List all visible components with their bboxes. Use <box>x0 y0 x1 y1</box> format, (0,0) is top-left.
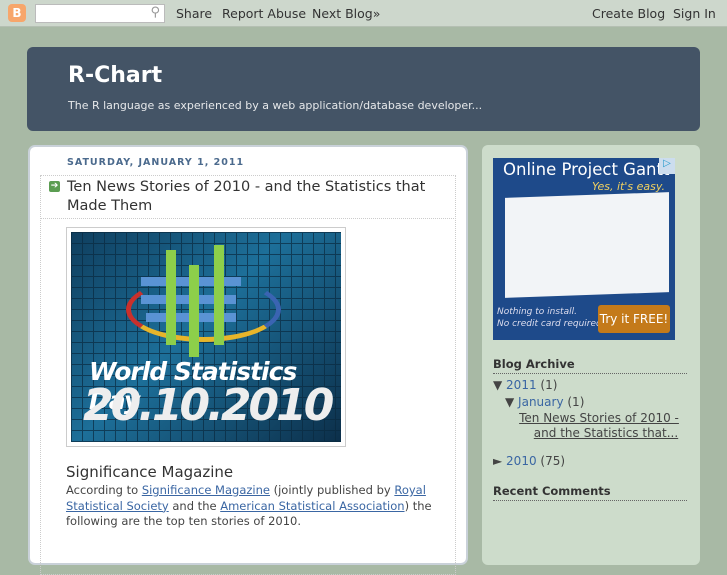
archive-month-january[interactable]: January <box>518 395 564 409</box>
ad-note: No credit card required. <box>497 319 605 329</box>
archive-post-link[interactable]: Ten News Stories of 2010 - and the Stati… <box>519 411 679 441</box>
next-blog-link[interactable]: Next Blog» <box>312 6 380 21</box>
post-date: SATURDAY, JANUARY 1, 2011 <box>67 157 245 168</box>
sign-in-link[interactable]: Sign In <box>673 6 716 21</box>
count: (1) <box>540 378 558 392</box>
expand-icon[interactable]: ► <box>493 454 506 468</box>
blog-header: R-Chart The R language as experienced by… <box>27 47 700 131</box>
body-text: and the <box>168 498 221 513</box>
body-text: (jointly published by <box>269 483 395 497</box>
report-abuse-link[interactable]: Report Abuse <box>222 6 306 21</box>
asa-link[interactable]: American Statistical Association <box>220 499 404 513</box>
recent-comments-title: Recent Comments <box>493 484 687 501</box>
search-icon[interactable]: ⚲ <box>150 5 160 20</box>
adchoices-icon[interactable]: ▷ <box>659 158 675 174</box>
post-body: According to Significance Magazine (join… <box>66 483 436 530</box>
blog-title[interactable]: R-Chart <box>68 63 162 88</box>
count: (75) <box>540 454 566 468</box>
gantt-screenshot <box>505 192 669 298</box>
post-subheading: Significance Magazine <box>66 463 234 481</box>
post-image[interactable]: World Statistics Day 20.10.2010 <box>66 227 346 447</box>
ad-tagline: Yes, it's easy. <box>591 180 665 193</box>
share-link[interactable]: Share <box>176 6 212 21</box>
archive-year-2010[interactable]: 2010 <box>506 454 537 468</box>
create-blog-link[interactable]: Create Blog <box>592 6 665 21</box>
ad-title: Online Project Gantt <box>503 160 670 179</box>
post-title[interactable]: Ten News Stories of 2010 - and the Stati… <box>67 178 447 216</box>
collapse-icon[interactable]: ▼ <box>505 395 518 409</box>
blog-archive-title: Blog Archive <box>493 357 687 374</box>
divider <box>40 218 456 219</box>
blog-description: The R language as experienced by a web a… <box>68 99 483 112</box>
arrow-right-icon: ➔ <box>49 181 60 192</box>
navbar: B ⚲ Share Report Abuse Next Blog» Create… <box>0 0 727 27</box>
collapse-icon[interactable]: ▼ <box>493 378 506 392</box>
significance-magazine-link[interactable]: Significance Magazine <box>142 483 270 497</box>
sidebar: Online Project Gantt ▷ Yes, it's easy. N… <box>482 145 700 565</box>
image-caption-line2: 20.10.2010 <box>83 380 334 431</box>
main-content: SATURDAY, JANUARY 1, 2011 ➔ Ten News Sto… <box>28 145 468 575</box>
search-input[interactable]: ⚲ <box>35 4 165 23</box>
blogger-logo-icon[interactable]: B <box>8 4 26 22</box>
count: (1) <box>567 395 585 409</box>
archive-year-2011[interactable]: 2011 <box>506 378 537 392</box>
ad-note: Nothing to install. <box>497 307 577 317</box>
gantt-ad[interactable]: Online Project Gantt ▷ Yes, it's easy. N… <box>493 158 675 340</box>
body-text: According to <box>66 483 142 497</box>
try-free-button[interactable]: Try it FREE! <box>598 305 670 333</box>
